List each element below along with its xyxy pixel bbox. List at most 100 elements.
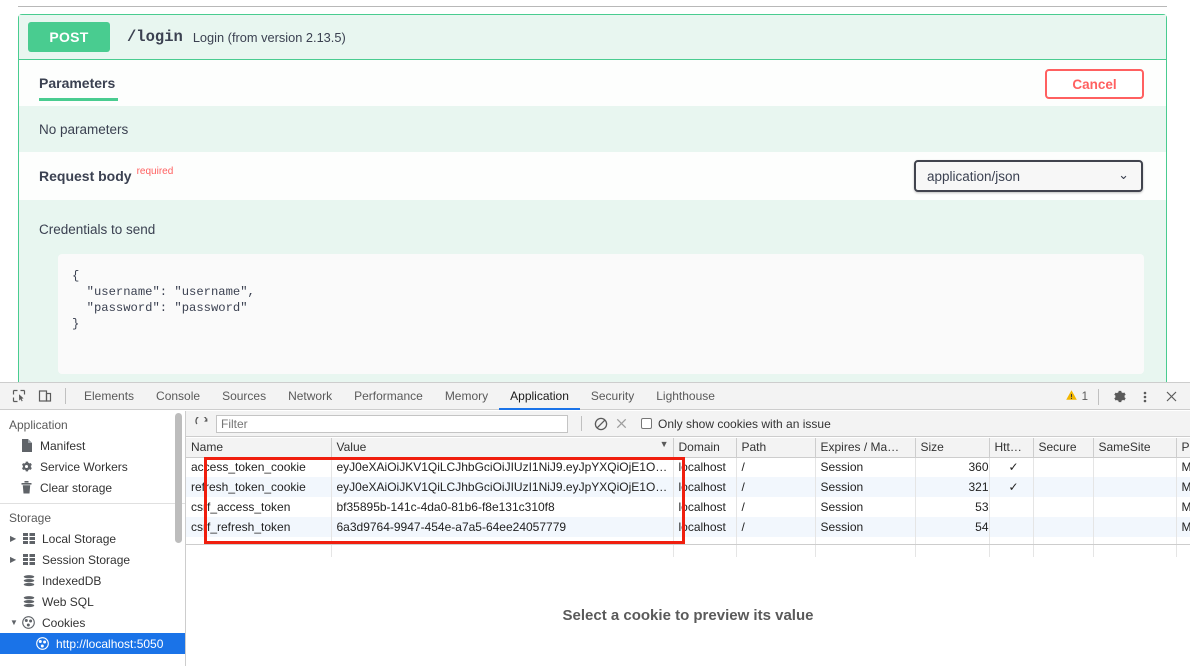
toolbar-divider-right	[1098, 389, 1099, 405]
table-row[interactable]: csrf_access_token bf35895b-141c-4da0-81b…	[186, 497, 1190, 517]
tab-elements[interactable]: Elements	[73, 383, 145, 410]
tab-performance[interactable]: Performance	[343, 383, 434, 410]
checkbox-icon[interactable]	[641, 418, 652, 429]
database-icon	[21, 573, 36, 588]
table-bottom-divider	[186, 544, 1190, 545]
cell-value: bf35895b-141c-4da0-81b6-f8e131c310f8	[331, 497, 673, 517]
column-header-value[interactable]: Value ▼	[331, 438, 673, 457]
column-label: Priority	[1182, 440, 1190, 454]
cell-size: 321	[915, 477, 989, 497]
tab-network[interactable]: Network	[277, 383, 343, 410]
sidebar-item-indexeddb[interactable]: IndexedDB	[0, 570, 185, 591]
sort-descending-icon: ▼	[660, 439, 669, 449]
table-icon	[21, 552, 36, 567]
content-type-select[interactable]: application/json ⌄	[914, 160, 1143, 192]
more-vertical-icon[interactable]	[1132, 385, 1158, 409]
tab-lighthouse[interactable]: Lighthouse	[645, 383, 726, 410]
cell-name: refresh_token_cookie	[186, 477, 331, 497]
cell-path: /	[736, 497, 815, 517]
tab-sources[interactable]: Sources	[211, 383, 277, 410]
table-row[interactable]: csrf_refresh_token 6a3d9764-9947-454e-a7…	[186, 517, 1190, 537]
only-show-issues-toggle[interactable]: Only show cookies with an issue	[641, 417, 831, 431]
column-header-httponly[interactable]: Htt…	[989, 438, 1033, 457]
table-row[interactable]: access_token_cookie eyJ0eXAiOiJKV1QiLCJh…	[186, 457, 1190, 477]
request-body-row: Request body required application/json ⌄	[19, 152, 1166, 200]
sidebar-item-cookies[interactable]: ▼ Cookies	[0, 612, 185, 633]
cookies-content: Only show cookies with an issue Name Val…	[186, 411, 1190, 666]
chevron-right-icon[interactable]: ▶	[10, 555, 21, 564]
sidebar-item-clear-storage[interactable]: Clear storage	[0, 477, 185, 498]
sidebar-item-session-storage[interactable]: ▶ Session Storage	[0, 549, 185, 570]
column-label: Domain	[679, 440, 720, 454]
operation-summary[interactable]: POST /login Login (from version 2.13.5)	[19, 15, 1166, 59]
filter-input[interactable]	[216, 415, 568, 433]
sidebar-item-service-workers[interactable]: Service Workers	[0, 456, 185, 477]
sidebar-item-label: Manifest	[40, 439, 85, 453]
cell-empty	[186, 537, 331, 557]
table-row-empty[interactable]	[186, 537, 1190, 557]
document-icon	[19, 438, 34, 453]
sidebar-item-label: Local Storage	[42, 532, 116, 546]
chevron-down-icon[interactable]: ▼	[10, 618, 21, 627]
cell-empty	[1093, 537, 1176, 557]
sidebar-group-application: Application	[0, 415, 185, 435]
tab-parameters[interactable]: Parameters	[39, 60, 115, 106]
sidebar-item-label: Service Workers	[40, 460, 128, 474]
cell-priority: Medium	[1176, 497, 1190, 517]
cell-domain: localhost	[673, 517, 736, 537]
cell-secure	[1033, 457, 1093, 477]
sidebar-item-label: Session Storage	[42, 553, 130, 567]
table-row[interactable]: refresh_token_cookie eyJ0eXAiOiJKV1QiLCJ…	[186, 477, 1190, 497]
tab-application[interactable]: Application	[499, 383, 580, 410]
sidebar-divider	[0, 503, 185, 504]
block-clear-icon[interactable]	[591, 414, 611, 434]
tab-security[interactable]: Security	[580, 383, 645, 410]
sidebar-item-manifest[interactable]: Manifest	[0, 435, 185, 456]
warning-badge[interactable]: 1	[1065, 389, 1088, 405]
cell-name: csrf_access_token	[186, 497, 331, 517]
column-label: Path	[742, 440, 767, 454]
column-label: Value	[337, 440, 367, 454]
column-header-samesite[interactable]: SameSite	[1093, 438, 1176, 457]
gear-icon[interactable]	[1106, 385, 1132, 409]
warning-triangle-icon	[1065, 389, 1078, 405]
delete-cookie-icon[interactable]	[611, 414, 631, 434]
cell-value: eyJ0eXAiOiJKV1QiLCJhbGciOiJIUzI1NiJ9.eyJ…	[331, 457, 673, 477]
column-header-size[interactable]: Size	[915, 438, 989, 457]
cell-httponly	[989, 497, 1033, 517]
chevron-right-icon[interactable]: ▶	[10, 534, 21, 543]
refresh-icon[interactable]	[192, 414, 212, 434]
device-toolbar-icon[interactable]	[32, 384, 58, 408]
column-header-name[interactable]: Name	[186, 438, 331, 457]
cell-value: 6a3d9764-9947-454e-a7a5-64ee24057779	[331, 517, 673, 537]
cell-path: /	[736, 477, 815, 497]
divider	[18, 6, 1167, 7]
close-icon[interactable]	[1158, 385, 1184, 409]
cell-expires: Session	[815, 517, 915, 537]
no-parameters-message: No parameters	[19, 106, 1166, 152]
column-label: Size	[921, 440, 944, 454]
chevron-down-icon: ⌄	[1118, 167, 1129, 183]
trash-icon	[19, 480, 34, 495]
cell-priority: Medium	[1176, 457, 1190, 477]
content-type-value: application/json	[927, 169, 1020, 184]
sidebar-item-local-storage[interactable]: ▶ Local Storage	[0, 528, 185, 549]
column-header-priority[interactable]: Priority	[1176, 438, 1190, 457]
table-icon	[21, 531, 36, 546]
cancel-button[interactable]: Cancel	[1045, 69, 1144, 99]
cookie-icon	[35, 636, 50, 651]
column-header-path[interactable]: Path	[736, 438, 815, 457]
inspect-element-icon[interactable]	[6, 384, 32, 408]
column-header-expires[interactable]: Expires / Ma…	[815, 438, 915, 457]
cell-httponly: ✓	[989, 477, 1033, 497]
tab-console[interactable]: Console	[145, 383, 211, 410]
tab-memory[interactable]: Memory	[434, 383, 499, 410]
http-method-badge: POST	[28, 22, 110, 52]
sidebar-item-cookie-origin[interactable]: http://localhost:5050	[0, 633, 185, 654]
cell-domain: localhost	[673, 457, 736, 477]
column-header-secure[interactable]: Secure	[1033, 438, 1093, 457]
request-body-editor[interactable]: { "username": "username", "password": "p…	[58, 254, 1144, 374]
column-header-domain[interactable]: Domain	[673, 438, 736, 457]
sidebar-item-web-sql[interactable]: Web SQL	[0, 591, 185, 612]
sidebar-scrollbar[interactable]	[175, 413, 182, 543]
